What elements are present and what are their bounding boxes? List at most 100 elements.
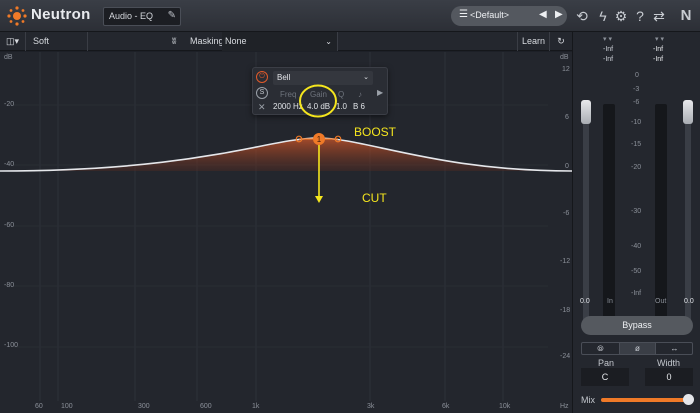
stereo-mode-group: ⦾ ø ↔ [581,342,693,355]
masking-section: ʬ Masking [88,32,224,51]
input-meter [603,104,615,326]
pan-label: Pan [598,358,615,368]
module-name-text: Audio - EQ [109,11,154,21]
left-axis-label: -100 [4,342,19,349]
out-label: Out [655,298,667,305]
pencil-icon[interactable]: ✎ [168,10,176,21]
phase-invert-icon[interactable]: ø [619,343,656,354]
module-name-field[interactable]: Audio - EQ ✎ [103,7,181,26]
output-fader-track[interactable] [685,100,691,328]
help-icon[interactable]: ? [631,7,649,25]
svg-text:1: 1 [317,135,322,144]
in-peak-r: -Inf [603,56,614,63]
left-axis-unit: dB [4,54,13,61]
meter-scale: -50 [631,268,642,275]
out-peak-l: -Inf [653,46,664,53]
freq-label: 10k [499,403,511,410]
boost-annotation: BOOST [354,125,397,139]
masking-label: Masking [190,36,224,46]
refresh-icon[interactable]: ↻ [550,32,572,51]
right-axis-label: 12 [562,66,570,73]
note-icon: ♪ [358,90,362,99]
left-axis-label: -80 [4,282,15,289]
preset-selector[interactable]: ☰ <Default> ◀ ▶ [451,6,567,26]
close-band-icon[interactable]: ✕ [258,102,266,113]
right-axis-label: -18 [560,307,571,314]
left-axis-label: -60 [4,222,15,229]
right-axis-label: 6 [565,114,569,121]
input-gain-value[interactable]: 0.0 [580,298,590,305]
right-axis-label: -12 [560,258,571,265]
preset-name: <Default> [470,10,510,20]
view-menu-icon[interactable]: ◫▾ [0,32,26,51]
stereo-link-icon[interactable]: ⦾ [582,343,619,354]
meter-scale: -10 [631,119,642,126]
meter-scale: -3 [633,86,640,93]
freq-label: 6k [442,403,450,410]
pan-field[interactable]: C [581,368,629,386]
q-value[interactable]: 1.0 [337,102,347,111]
left-axis-label: -20 [4,101,15,108]
preset-prev-icon[interactable]: ◀ [539,9,547,20]
q-label: Q [338,90,345,99]
meter-scale: -15 [631,141,642,148]
mix-label: Mix [581,395,595,405]
band-value[interactable]: B 6 [353,102,365,111]
soft-saturation-toggle[interactable]: Soft Saturation [26,32,88,65]
width-label: Width [657,358,681,368]
eq-toolbar: ◫▾ Soft Saturation ʬ Masking None ⌄ Lear… [0,32,572,65]
neutron-logo-icon [7,6,27,26]
in-peak-l: -Inf [603,46,614,53]
masking-value: None [225,36,247,46]
left-axis-label: -40 [4,161,15,168]
freq-label: Hz [560,403,569,410]
freq-label: 60 [35,403,43,410]
input-fader-knob[interactable] [581,100,591,124]
output-meter [655,104,667,326]
freq-label: 300 [138,403,150,410]
history-icon[interactable]: ⟲ [573,7,591,25]
meter-scale: -30 [631,208,642,215]
preset-menu-icon[interactable]: ☰ [459,9,468,20]
out-peak-r: -Inf [653,56,664,63]
right-axis-label: -24 [560,353,571,360]
meter-scale: -40 [631,243,642,250]
band-type-dropdown[interactable]: Bell ⌄ [273,71,373,85]
lightning-icon[interactable]: ϟ [594,7,612,25]
routing-icon[interactable]: ⇄ [650,7,668,25]
learn-button[interactable]: Learn [517,32,550,51]
meter-scale: -Inf [631,290,642,297]
freq-label: 100 [61,403,73,410]
izotope-logo-icon[interactable]: N [677,7,695,25]
gear-icon[interactable]: ⚙ [612,7,630,25]
freq-label: 600 [200,403,212,410]
bypass-button[interactable]: Bypass [581,316,693,335]
preset-next-icon[interactable]: ▶ [555,9,563,20]
mix-slider-knob[interactable] [683,394,694,405]
meter-scale: 0 [635,72,639,79]
cut-annotation: CUT [362,191,387,205]
freq-label: Freq [280,90,297,99]
masking-waveform-icon: ʬ [172,36,177,46]
gain-highlight-ellipse [299,84,337,118]
out-peak-indicator-icon: ▾ ▾ [655,36,664,43]
swap-channels-icon[interactable]: ↔ [656,343,693,354]
solo-button[interactable]: S [256,87,268,99]
freq-label: 1k [252,403,260,410]
chevron-down-icon: ⌄ [325,37,332,46]
top-bar: Neutron Audio - EQ ✎ ☰ <Default> ◀ ▶ ⟲ ϟ… [0,0,700,32]
band-power-icon[interactable]: ⏻ [256,71,268,83]
masking-dropdown[interactable]: None ⌄ [222,32,338,51]
right-axis-unit: dB [560,54,569,61]
output-fader-knob[interactable] [683,100,693,124]
in-label: In [607,298,613,305]
io-panel: ▾ ▾ ▾ ▾ -Inf -Inf -Inf -Inf 0 -3 -6 -10 … [572,32,700,413]
band-type-value: Bell [277,73,291,82]
expand-arrow-icon[interactable]: ▶ [377,88,383,97]
input-fader-track[interactable] [583,100,589,328]
mix-slider-fill [601,398,689,402]
mix-slider-track[interactable] [601,398,689,402]
output-gain-value[interactable]: 0.0 [684,298,694,305]
right-axis-label: 0 [565,163,569,170]
width-field[interactable]: 0 [645,368,693,386]
